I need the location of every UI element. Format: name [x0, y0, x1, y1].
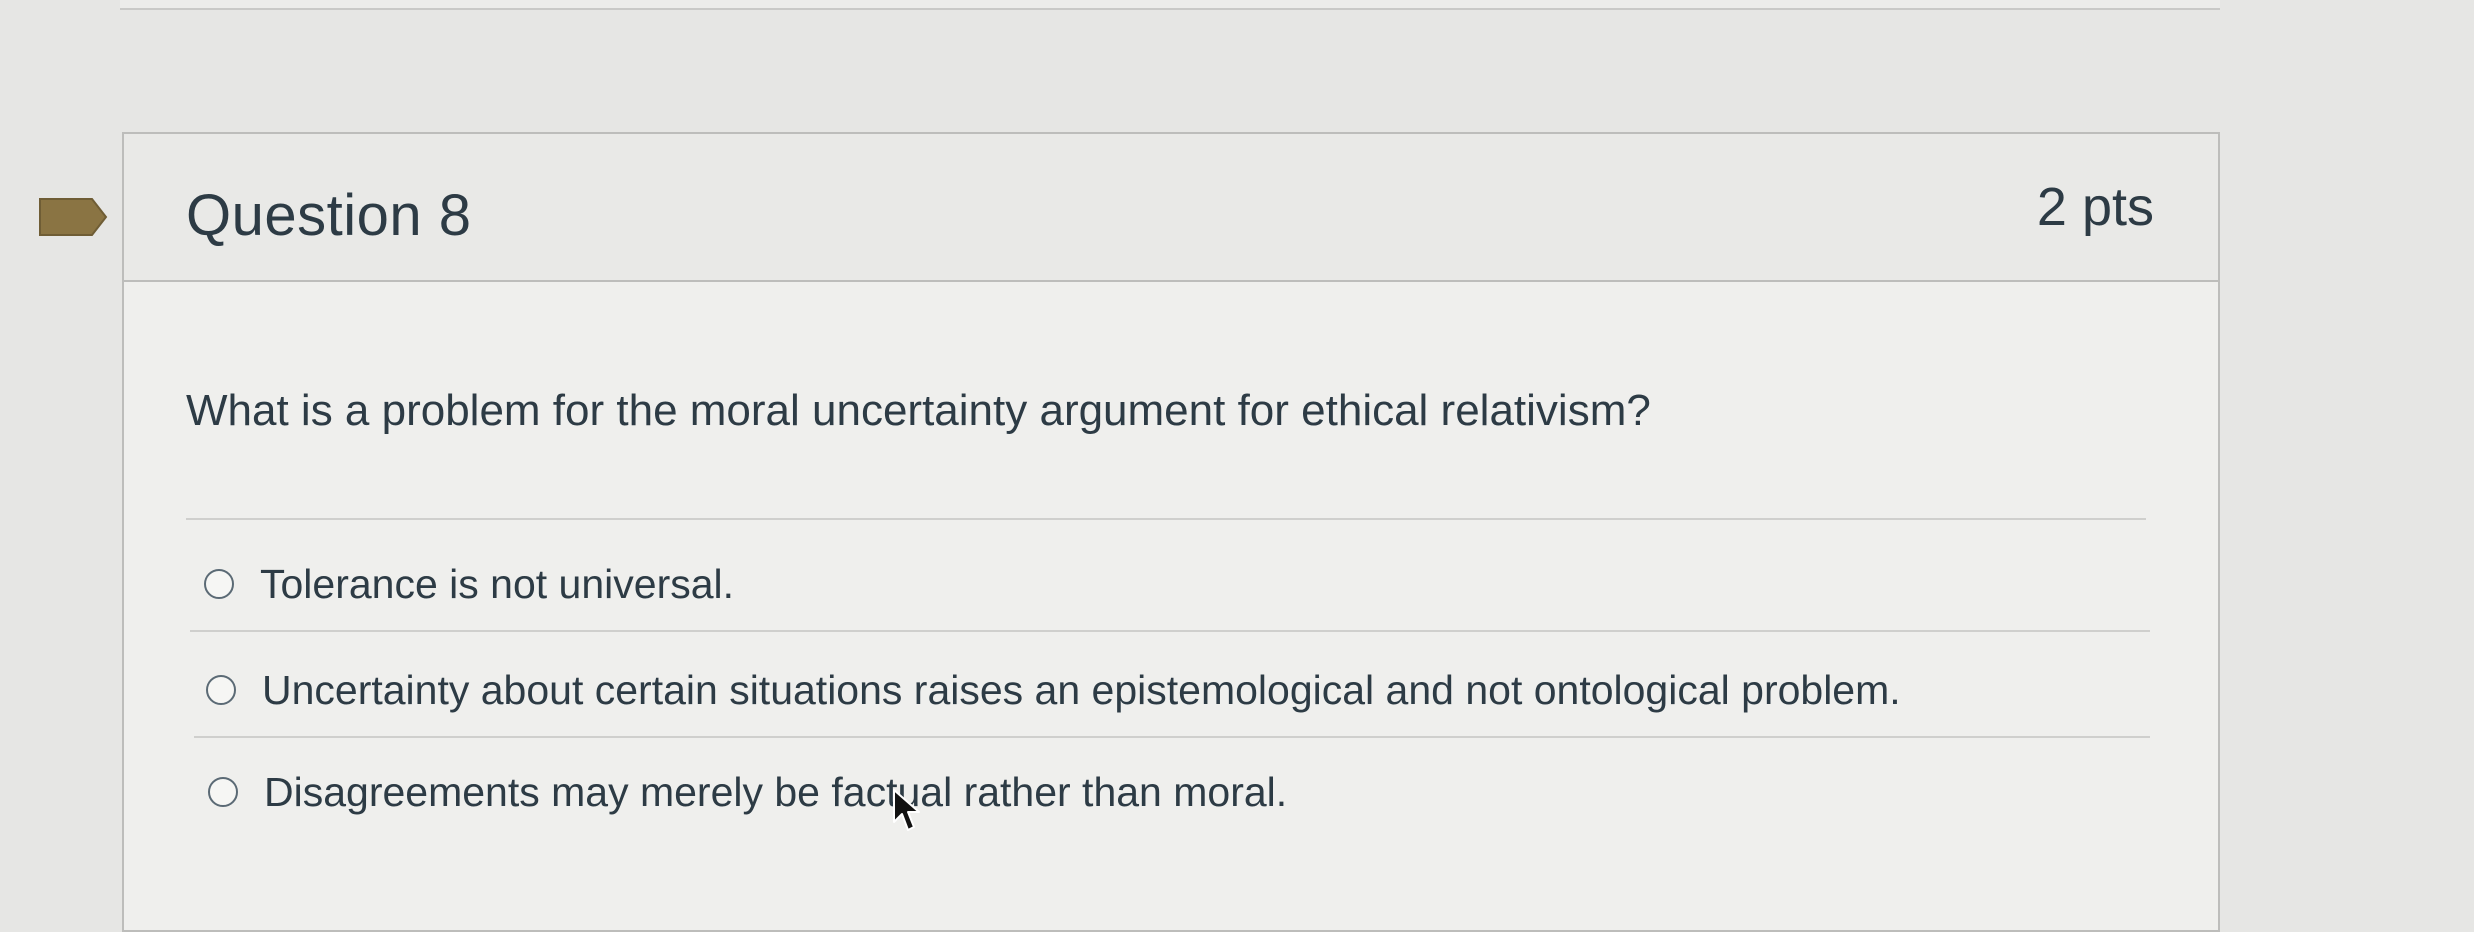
- question-card: Question 8 2 pts What is a problem for t…: [122, 132, 2220, 932]
- bookmark-flag-icon[interactable]: [36, 195, 110, 239]
- answer-option-1[interactable]: Tolerance is not universal.: [204, 554, 734, 614]
- answer-divider: [190, 630, 2150, 632]
- question-text: What is a problem for the moral uncertai…: [186, 386, 1651, 435]
- answer-label[interactable]: Disagreements may merely be factual rath…: [264, 769, 1287, 816]
- radio-unselected-icon[interactable]: [204, 569, 234, 599]
- radio-unselected-icon[interactable]: [206, 675, 236, 705]
- question-title: Question 8: [186, 183, 472, 248]
- answer-option-3[interactable]: Disagreements may merely be factual rath…: [208, 762, 1287, 822]
- mouse-pointer-icon: [893, 789, 920, 831]
- answer-label[interactable]: Tolerance is not universal.: [260, 561, 734, 608]
- answer-option-2[interactable]: Uncertainty about certain situations rai…: [206, 660, 1901, 720]
- question-header: Question 8 2 pts: [124, 134, 2218, 282]
- question-points: 2 pts: [2036, 177, 2154, 237]
- previous-question-edge: [120, 0, 2220, 10]
- answer-divider: [194, 736, 2150, 738]
- answers-divider: [186, 518, 2146, 520]
- answer-label[interactable]: Uncertainty about certain situations rai…: [262, 667, 1901, 714]
- radio-unselected-icon[interactable]: [208, 777, 238, 807]
